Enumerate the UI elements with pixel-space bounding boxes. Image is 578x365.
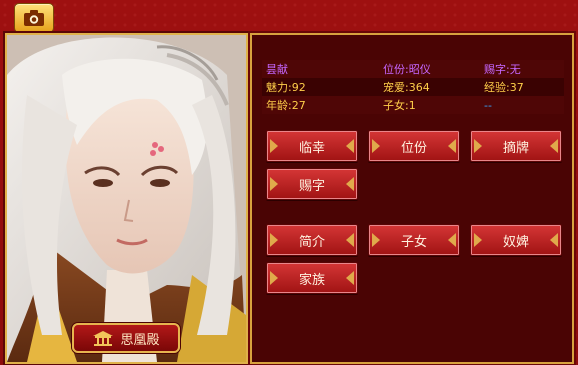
charm-stat: 魅力:92 (266, 81, 306, 94)
family-label: 家族 (298, 272, 325, 288)
grant-name-label: 赐字 (298, 178, 325, 194)
intro-label: 简介 (298, 234, 325, 250)
family-button[interactable]: 家族 (266, 262, 358, 294)
arrow-right-icon (550, 139, 558, 153)
camera-button[interactable] (14, 3, 54, 33)
stats-table: 昙献 位份:昭仪 赐字:无 魅力:92 宠爱:364 经验:37 年龄:27 子… (262, 60, 564, 114)
stats-row: 魅力:92 宠爱:364 经验:37 (262, 78, 564, 96)
arrow-left-icon (270, 233, 278, 247)
servants-label: 奴婢 (502, 234, 529, 250)
summon-button[interactable]: 临幸 (266, 130, 358, 162)
children-button[interactable]: 子女 (368, 224, 460, 256)
arrow-left-icon (474, 233, 482, 247)
servants-button[interactable]: 奴婢 (470, 224, 562, 256)
title-award-stat: 赐字:无 (484, 63, 521, 76)
character-portrait (5, 33, 248, 364)
exp-stat: 经验:37 (484, 81, 524, 94)
arrow-left-icon (270, 271, 278, 285)
arrow-left-icon (372, 233, 380, 247)
arrow-right-icon (448, 139, 456, 153)
rank-button[interactable]: 位份 (368, 130, 460, 162)
intro-button[interactable]: 简介 (266, 224, 358, 256)
children-stat: 子女:1 (383, 99, 416, 112)
arrow-right-icon (346, 271, 354, 285)
rank-label: 位份 (400, 140, 427, 156)
arrow-left-icon (474, 139, 482, 153)
arrow-right-icon (346, 233, 354, 247)
stats-row: 年龄:27 子女:1 -- (262, 96, 564, 114)
rank-stat: 位份:昭仪 (383, 63, 431, 76)
portrait-illustration (7, 35, 246, 362)
children-label: 子女 (400, 234, 427, 250)
arrow-left-icon (372, 139, 380, 153)
arrow-right-icon (346, 139, 354, 153)
remove-tag-button[interactable]: 摘牌 (470, 130, 562, 162)
palace-badge[interactable]: 思凰殿 (72, 323, 180, 353)
arrow-left-icon (270, 139, 278, 153)
arrow-left-icon (270, 177, 278, 191)
age-stat: 年龄:27 (266, 99, 306, 112)
extra-stat: -- (484, 98, 492, 112)
remove-tag-label: 摘牌 (502, 140, 529, 156)
arrow-right-icon (550, 233, 558, 247)
favor-stat: 宠爱:364 (383, 81, 430, 94)
arrow-right-icon (346, 177, 354, 191)
arrow-right-icon (448, 233, 456, 247)
palace-name: 思凰殿 (120, 332, 160, 348)
character-name: 昙献 (266, 63, 288, 76)
stats-row: 昙献 位份:昭仪 赐字:无 (262, 60, 564, 78)
pavilion-icon (93, 331, 114, 346)
camera-icon (24, 10, 44, 26)
grant-name-button[interactable]: 赐字 (266, 168, 358, 200)
info-panel: 昙献 位份:昭仪 赐字:无 魅力:92 宠爱:364 经验:37 年龄:27 子… (250, 33, 574, 364)
summon-label: 临幸 (298, 140, 325, 156)
